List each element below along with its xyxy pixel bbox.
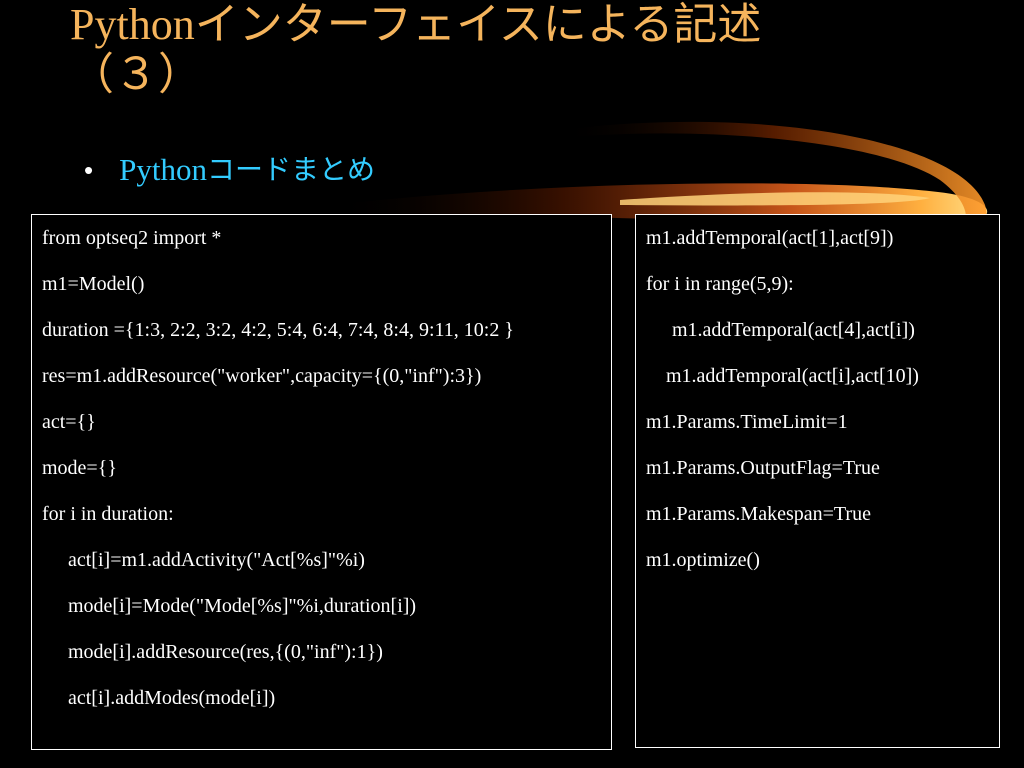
code-line: act={} bbox=[42, 411, 96, 433]
code-line: m1.addTemporal(act[i],act[10]) bbox=[666, 365, 919, 387]
code-line: act[i]=m1.addActivity("Act[%s]"%i) bbox=[68, 549, 365, 571]
bullet-text-latin: Python bbox=[119, 152, 207, 187]
bullet-text-japanese: コードまとめ bbox=[206, 153, 375, 186]
code-box-left: from optseq2 import * m1=Model() duratio… bbox=[31, 214, 612, 750]
title-latin: Python bbox=[70, 0, 195, 49]
code-line: mode[i].addResource(res,{(0,"inf"):1}) bbox=[68, 641, 383, 663]
slide-title: Pythonインターフェイスによる記述 （３） bbox=[70, 0, 970, 100]
code-line: m1.Params.Makespan=True bbox=[646, 503, 871, 525]
code-line: act[i].addModes(mode[i]) bbox=[68, 687, 276, 709]
title-line-2: （３） bbox=[70, 49, 202, 100]
title-japanese: インターフェイスによる記述 bbox=[194, 0, 762, 50]
bullet-marker: • bbox=[84, 155, 94, 185]
code-box-right: m1.addTemporal(act[1],act[9]) for i in r… bbox=[635, 214, 1000, 748]
code-line: mode={} bbox=[42, 457, 117, 479]
code-line: m1=Model() bbox=[42, 273, 145, 295]
code-line: m1.Params.TimeLimit=1 bbox=[646, 411, 848, 433]
slide: Pythonインターフェイスによる記述 （３） • Python コードまとめ f… bbox=[0, 0, 1024, 768]
code-line: from optseq2 import * bbox=[42, 227, 222, 249]
code-line: for i in duration: bbox=[42, 503, 174, 525]
bullet-item: • Python コードまとめ bbox=[84, 150, 375, 190]
code-line: m1.optimize() bbox=[646, 549, 760, 571]
code-line: mode[i]=Mode("Mode[%s]"%i,duration[i]) bbox=[68, 595, 417, 617]
code-line: res=m1.addResource("worker",capacity={(0… bbox=[42, 365, 482, 387]
code-line: m1.Params.OutputFlag=True bbox=[646, 457, 880, 479]
code-line: for i in range(5,9): bbox=[646, 273, 794, 295]
code-line: duration ={1:3, 2:2, 3:2, 4:2, 5:4, 6:4,… bbox=[42, 319, 514, 341]
code-line: m1.addTemporal(act[1],act[9]) bbox=[646, 227, 894, 249]
code-line: m1.addTemporal(act[4],act[i]) bbox=[672, 319, 915, 341]
